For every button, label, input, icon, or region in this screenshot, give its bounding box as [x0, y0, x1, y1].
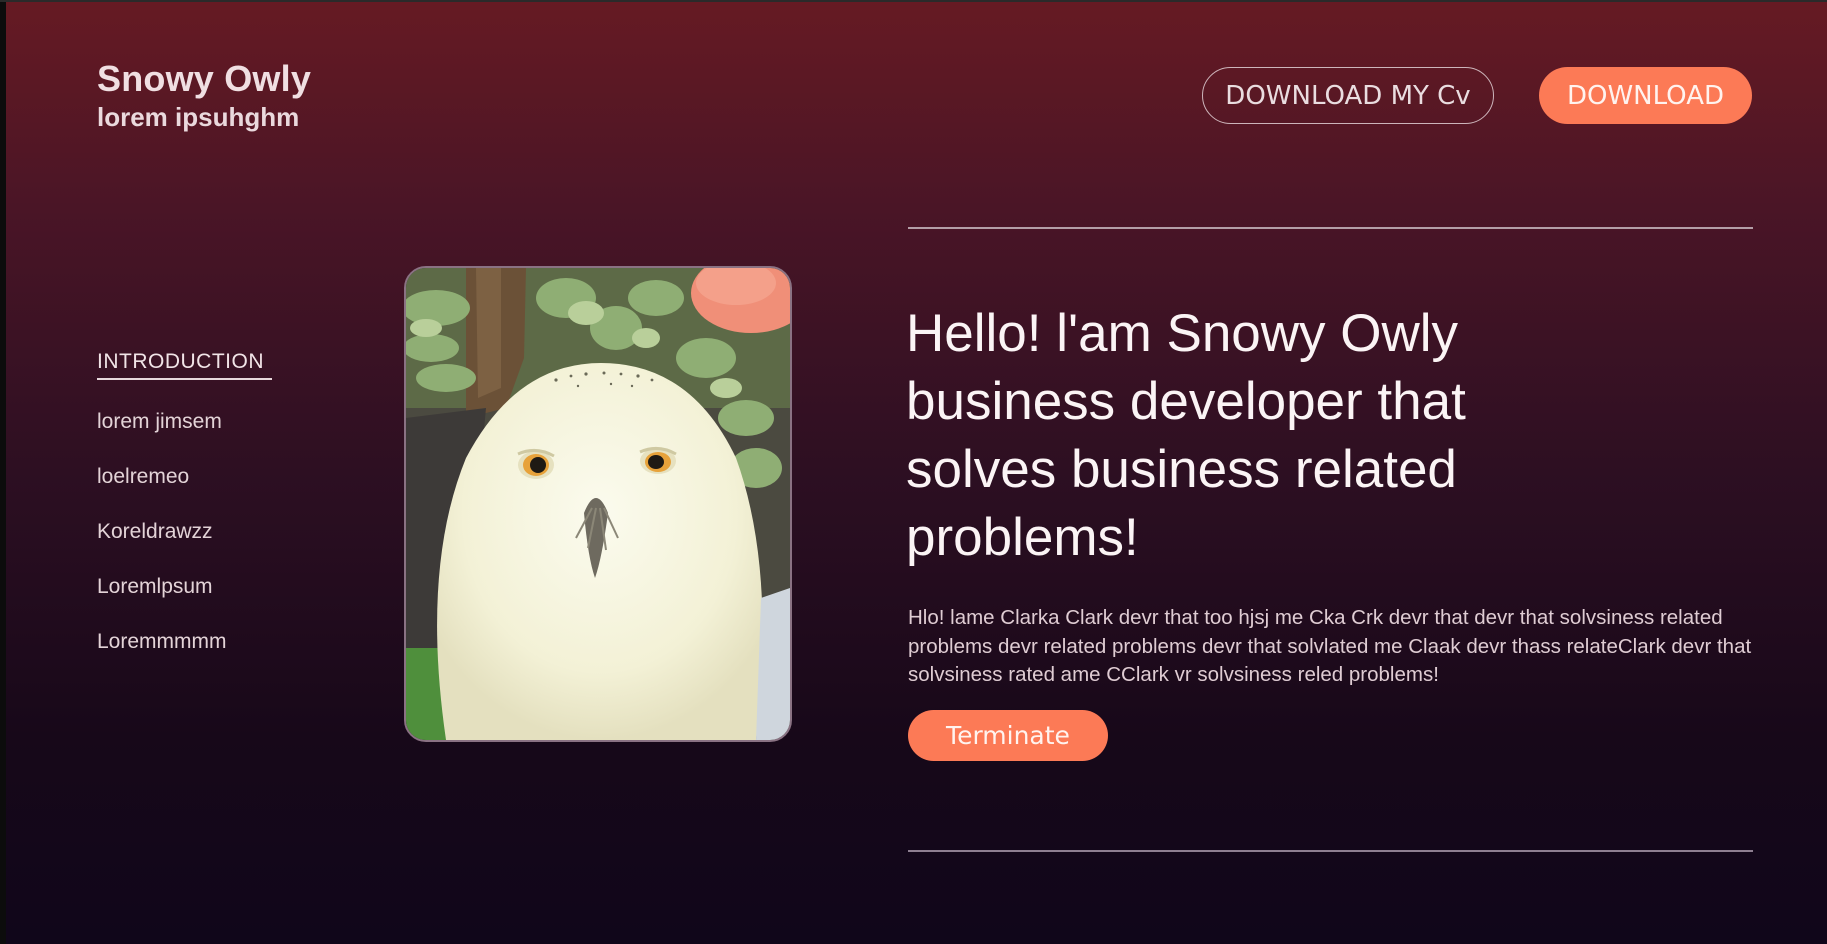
download-cv-button[interactable]: DOWNLOAD MY Cv: [1202, 67, 1494, 124]
hero-title: Hello! l'am Snowy Owly business develope…: [906, 304, 1466, 567]
owl-illustration: [406, 268, 790, 740]
top-divider: [908, 227, 1753, 229]
nav-item[interactable]: Loremmmmm: [97, 628, 272, 655]
nav-item[interactable]: Loremlpsum: [97, 573, 272, 600]
brand-subtitle: lorem ipsuhghm: [97, 102, 300, 132]
hero-body: Hlo! lame Clarka Clark devr that too hjs…: [908, 606, 1752, 686]
download-button[interactable]: DOWNLOAD: [1539, 67, 1752, 124]
nav-item[interactable]: loelremeo: [97, 463, 272, 490]
nav-item-introduction[interactable]: INTRODUCTION: [97, 350, 272, 380]
brand-title: Snowy Owly: [97, 58, 312, 99]
nav-item[interactable]: lorem jimsem: [97, 408, 272, 435]
side-nav: INTRODUCTION lorem jimsem loelremeo Kore…: [97, 350, 272, 655]
window-top-edge: [0, 0, 1827, 2]
terminate-button[interactable]: Terminate: [908, 710, 1108, 761]
nav-item[interactable]: Koreldrawzz: [97, 518, 272, 545]
bottom-divider: [908, 850, 1753, 852]
owl-photo: [404, 266, 792, 742]
window-edge: [0, 0, 6, 944]
brand: Snowy Owly lorem ipsuhghm: [97, 58, 311, 132]
